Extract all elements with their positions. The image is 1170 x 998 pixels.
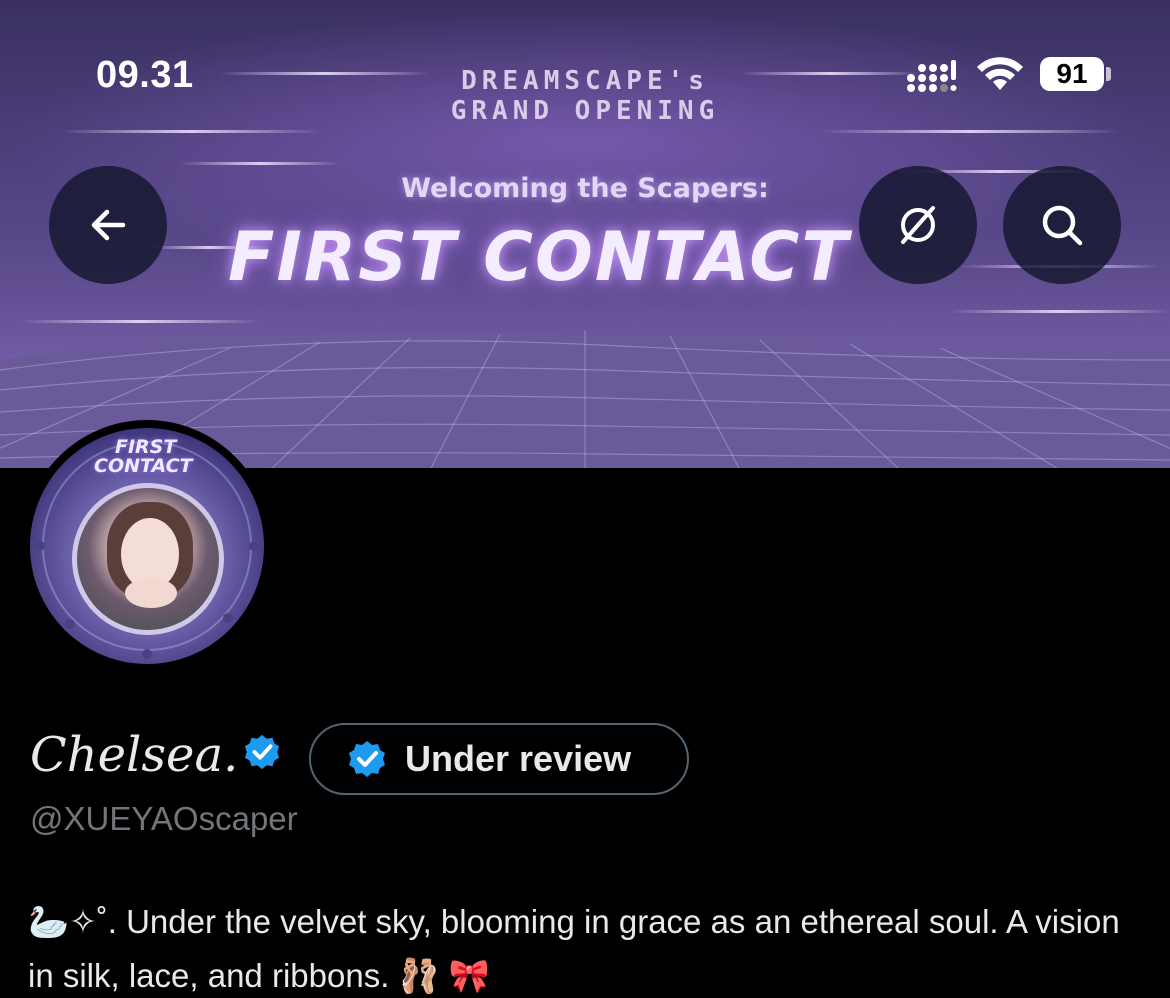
avatar-photo [72, 483, 224, 635]
banner-title-line2: GRAND OPENING [450, 96, 720, 126]
banner-subtitle: Welcoming the Scapers: [401, 173, 769, 204]
display-name: Chelsea. [30, 727, 239, 783]
wifi-icon [977, 57, 1023, 90]
verified-badge-icon [349, 741, 385, 777]
battery-level: 91 [1040, 57, 1104, 91]
verification-status-label: Under review [405, 738, 632, 779]
eye-slash-icon [901, 206, 935, 244]
battery-tip [1106, 67, 1111, 81]
arrow-left-icon [91, 209, 126, 241]
avatar-label-line2: CONTACT [94, 455, 193, 477]
back-button[interactable] [49, 166, 167, 284]
status-time: 09.31 [96, 54, 194, 96]
banner-headline: FIRST CONTACT [228, 218, 850, 297]
hide-button[interactable] [859, 166, 977, 284]
verification-status-button[interactable]: Under review [309, 723, 689, 795]
user-handle: @XUEYAOscaper [30, 800, 298, 837]
verified-badge-icon[interactable] [243, 733, 281, 771]
search-button[interactable] [1003, 166, 1121, 284]
search-icon [1042, 205, 1083, 246]
cellular-signal-icon [907, 60, 957, 92]
profile-bio: 🦢✧˚. Under the velvet sky, blooming in g… [28, 903, 1120, 994]
